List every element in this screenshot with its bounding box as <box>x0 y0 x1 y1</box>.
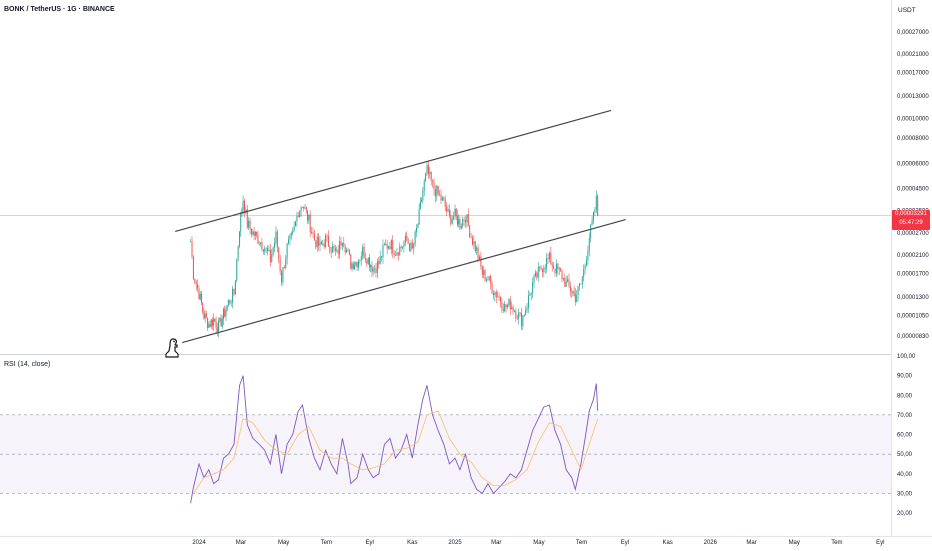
price-tick-label: 0,00002100 <box>897 253 929 259</box>
price-tick-label: 0,00006000 <box>897 161 929 167</box>
price-tick-label: 0,00027000 <box>897 30 929 36</box>
price-tick-label: 0,00001700 <box>897 271 929 277</box>
price-tick-label: 0,00002700 <box>897 231 929 237</box>
rsi-ticks: 100,00 90,00 80,00 70,00 60,00 50,00 40,00 30,0… <box>897 354 916 517</box>
price-tick-label: 0,00008000 <box>897 136 929 142</box>
price-tick-label: 0,00001050 <box>897 313 929 319</box>
price-tick-label: 0,00013000 <box>897 94 929 100</box>
price-tick-label: 0,00021000 <box>897 52 929 58</box>
dino-logo-icon[interactable] <box>164 337 182 359</box>
axes: 0,00027000 0,00021000 0,00017000 0,00013000… <box>192 30 929 546</box>
current-price-tag: 0,00003291 05:47:29 <box>892 209 930 230</box>
rsi-tick-label: 100,00 <box>897 354 916 360</box>
rsi-tick-label: 40,00 <box>897 472 913 478</box>
rsi-tick-label: 30,00 <box>897 491 913 497</box>
time-axis[interactable] <box>0 536 932 551</box>
price-ticks: 0,00027000 0,00021000 0,00017000 0,00013000… <box>897 30 929 340</box>
price-tick-label: 0,00010000 <box>897 117 929 123</box>
rsi-tick-label: 70,00 <box>897 413 913 419</box>
price-tick-label: 0,00017000 <box>897 70 929 76</box>
rsi-tick-label: 80,00 <box>897 393 913 399</box>
rsi-tick-label: 90,00 <box>897 374 913 380</box>
rsi-tick-label: 60,00 <box>897 433 913 439</box>
current-price-value: 0,00003291 <box>895 210 927 217</box>
rsi-tick-label: 20,00 <box>897 511 913 517</box>
price-tick-label: 0,00001300 <box>897 295 929 301</box>
price-tick-label: 0,00004500 <box>897 186 929 192</box>
price-tick-label: 0,00000830 <box>897 334 929 340</box>
bar-countdown: 05:47:29 <box>899 219 923 226</box>
rsi-tick-label: 50,00 <box>897 452 913 458</box>
